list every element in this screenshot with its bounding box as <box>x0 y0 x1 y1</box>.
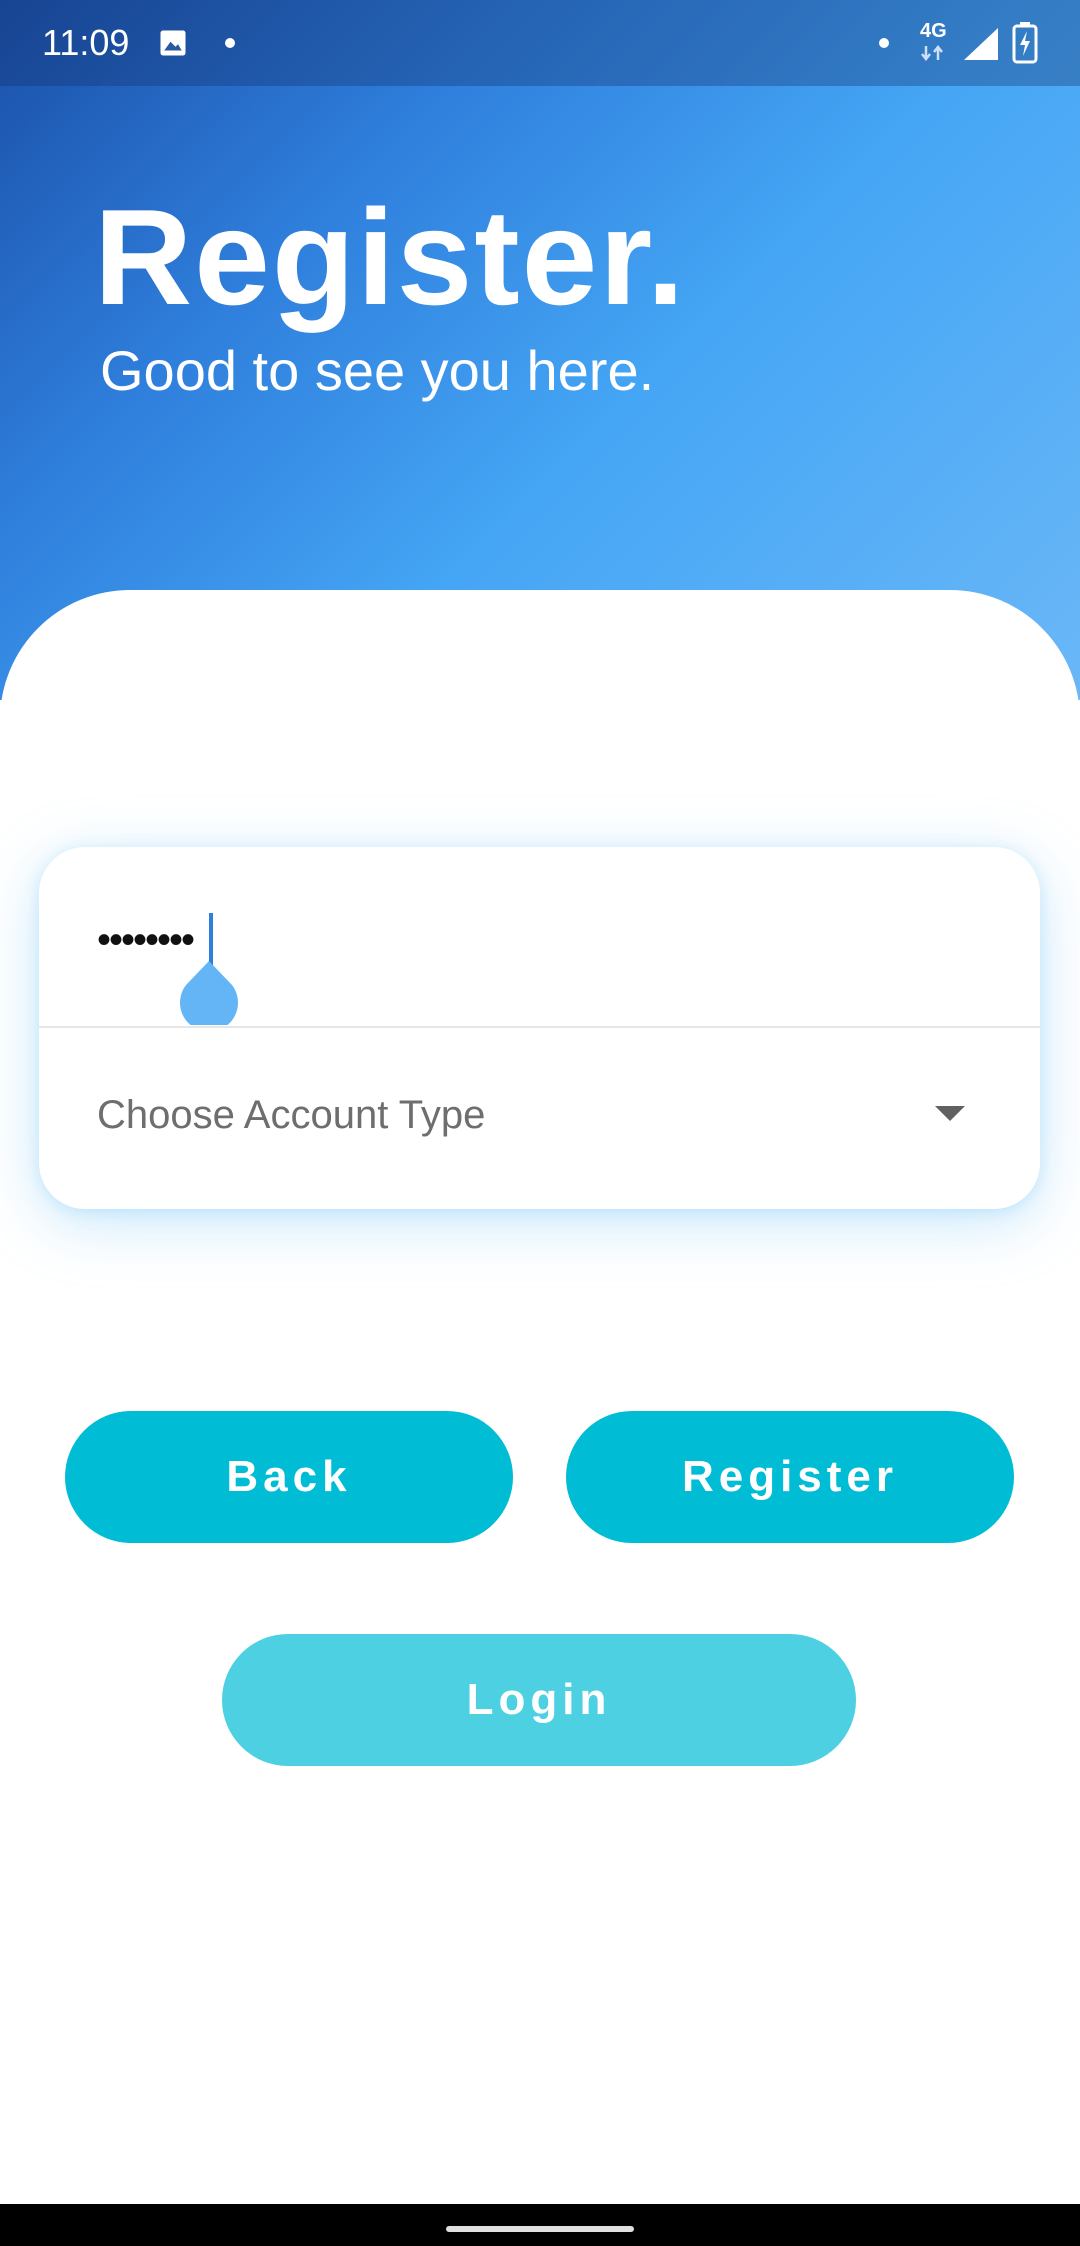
image-notification-icon <box>160 30 186 56</box>
account-type-placeholder: Choose Account Type <box>97 1093 486 1137</box>
notification-dot-icon <box>225 38 235 48</box>
status-bar: 11:09 4G <box>0 0 1080 86</box>
navigation-bar <box>0 2204 1080 2246</box>
battery-charging-icon <box>1012 22 1038 64</box>
page-title: Register. <box>94 181 687 333</box>
data-activity-icon <box>921 44 943 62</box>
back-button[interactable]: Back <box>65 1411 513 1543</box>
text-cursor <box>209 913 213 965</box>
register-screen: 11:09 4G Register. Good to see you here.… <box>0 0 1080 2246</box>
page-subtitle: Good to see you here. <box>100 339 655 402</box>
dropdown-arrow-icon[interactable] <box>935 1106 965 1121</box>
cursor-handle-icon[interactable] <box>180 961 238 1025</box>
status-dot-icon <box>879 38 889 48</box>
status-time: 11:09 <box>42 22 130 63</box>
login-button[interactable]: Login <box>222 1634 856 1766</box>
network-type-label: 4G <box>920 20 947 42</box>
password-input-value[interactable]: •••••••• <box>97 915 195 965</box>
form-card: •••••••• Choose Account Type <box>39 847 1040 1209</box>
signal-strength-icon <box>964 28 998 60</box>
account-type-dropdown[interactable]: Choose Account Type <box>39 1028 1040 1209</box>
register-button[interactable]: Register <box>566 1411 1014 1543</box>
home-gesture-handle[interactable] <box>446 2226 634 2232</box>
password-field[interactable]: •••••••• <box>39 847 1040 1028</box>
